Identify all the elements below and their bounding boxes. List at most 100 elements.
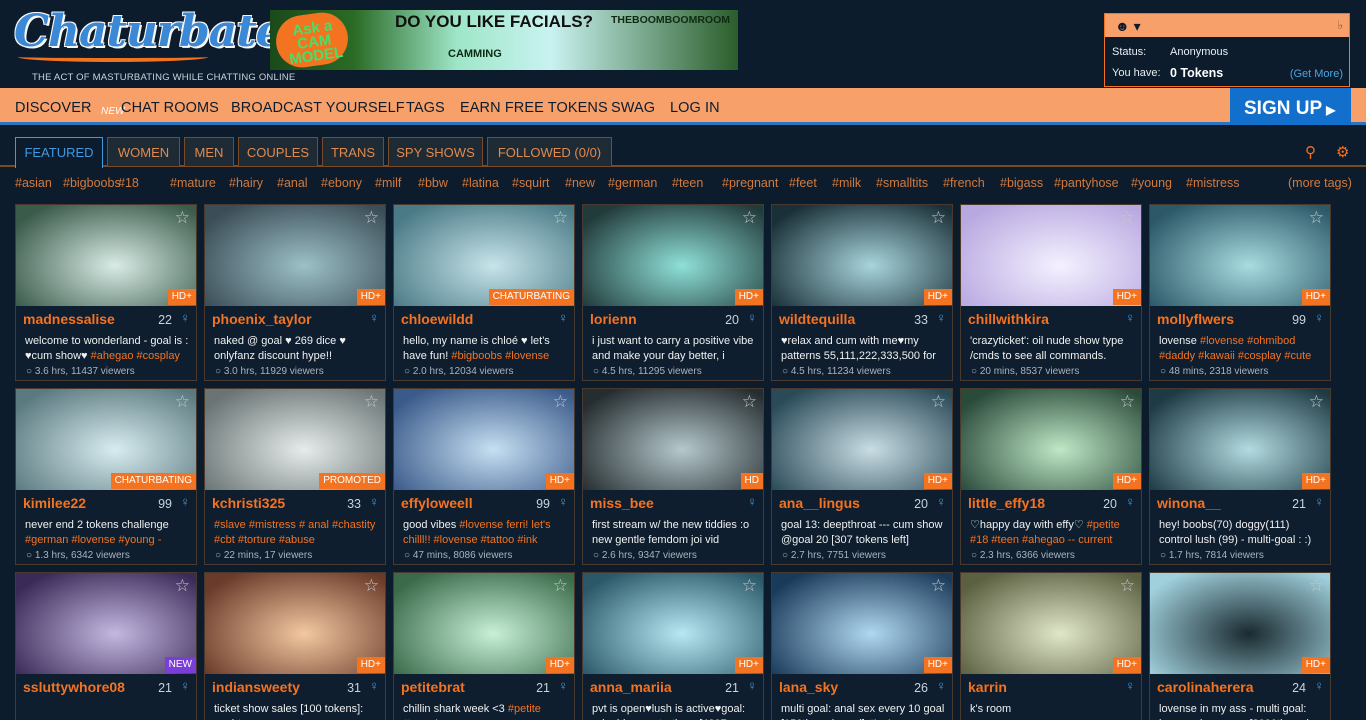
star-icon[interactable]: ☆ [553,576,568,596]
site-logo[interactable]: Chaturbate [14,4,284,70]
nav-tags[interactable]: TAGS [406,100,445,116]
star-icon[interactable]: ☆ [1309,576,1324,596]
tag-link[interactable]: #latina [462,176,499,190]
room-card[interactable]: ☆ HD+ little_effy18 20 ♀ ♡happy day with effy… [960,388,1142,565]
tag-link[interactable]: #asian [15,176,52,190]
room-card[interactable]: ☆ HD+ lorienn 20 ♀ i just want to carry a pos… [582,204,764,381]
tag-link[interactable]: #german [608,176,657,190]
room-username[interactable]: karrin [968,679,1007,695]
star-icon[interactable]: ☆ [1309,392,1324,412]
room-subject-hashtags[interactable]: #ahegao #cosplay [91,350,180,362]
room-username[interactable]: lorienn [590,311,637,327]
room-username[interactable]: lana_sky [779,679,838,695]
tag-link[interactable]: #hairy [229,176,263,190]
star-icon[interactable]: ☆ [742,576,757,596]
search-icon[interactable]: ⚲ [1305,143,1316,161]
bell-icon[interactable]: ♭ [1337,18,1343,32]
room-subject-hashtags[interactable]: #slave #mistress # anal #chastity #cbt #… [214,519,375,546]
room-username[interactable]: miss_bee [590,495,654,511]
tag-link[interactable]: #french [943,176,985,190]
room-username[interactable]: phoenix_taylor [212,311,312,327]
star-icon[interactable]: ☆ [931,576,946,596]
room-card[interactable]: ☆ HD+ indiansweety 31 ♀ ticket show sales [10… [204,572,386,720]
room-username[interactable]: kimilee22 [23,495,86,511]
tag-link[interactable]: #milf [375,176,401,190]
tag-link[interactable]: #pregnant [722,176,778,190]
room-card[interactable]: ☆ PROMOTED kchristi325 33 ♀ #slave #mistress … [204,388,386,565]
tab-spy-shows[interactable]: SPY SHOWS [388,137,483,166]
room-username[interactable]: chloewildd [401,311,473,327]
room-username[interactable]: wildtequilla [779,311,855,327]
ad-banner[interactable]: Ask a CAM MODEL DO YOU LIKE FACIALS? CAM… [270,10,738,70]
room-card[interactable]: ☆ HD+ anna_mariia 21 ♀ pvt is open♥lush is ac… [582,572,764,720]
tag-link[interactable]: #squirt [512,176,550,190]
star-icon[interactable]: ☆ [931,208,946,228]
room-card[interactable]: ☆ HD+ karrin ♀ k's room [960,572,1142,720]
star-icon[interactable]: ☆ [364,208,379,228]
star-icon[interactable]: ☆ [175,576,190,596]
tag-link[interactable]: #anal [277,176,308,190]
star-icon[interactable]: ☆ [1120,392,1135,412]
room-username[interactable]: effyloweell [401,495,473,511]
tag-link[interactable]: #bbw [418,176,448,190]
room-card[interactable]: ☆ HD+ petitebrat 21 ♀ chillin shark week <3 #… [393,572,575,720]
room-username[interactable]: mollyflwers [1157,311,1234,327]
room-username[interactable]: carolinaherera [1157,679,1254,695]
nav-swag[interactable]: SWAG [611,100,655,116]
user-dropdown-icon[interactable]: ☻ ▾ [1115,18,1141,35]
room-username[interactable]: madnessalise [23,311,115,327]
room-card[interactable]: ☆ HD miss_bee ♀ first stream w/ the new tidd… [582,388,764,565]
room-card[interactable]: ☆ HD+ chillwithkira ♀'crazyticket': oil nud… [960,204,1142,381]
tag-link[interactable]: #ebony [321,176,362,190]
sign-up-button[interactable]: SIGN UP ▶ [1230,88,1351,125]
star-icon[interactable]: ☆ [364,392,379,412]
star-icon[interactable]: ☆ [553,392,568,412]
room-card[interactable]: ☆ HD+ wildtequilla 33 ♀ ♥relax and cum with m… [771,204,953,381]
gear-icon[interactable]: ⚙ [1336,143,1349,161]
room-username[interactable]: winona__ [1157,495,1221,511]
tab-women[interactable]: WOMEN [107,137,180,166]
star-icon[interactable]: ☆ [931,392,946,412]
tab-trans[interactable]: TRANS [322,137,384,166]
room-card[interactable]: ☆ HD+ carolinaherera 24 ♀ lovense in my ass -… [1149,572,1331,720]
tag-link[interactable]: #smalltits [876,176,928,190]
room-username[interactable]: ssluttywhore08 [23,679,125,695]
room-card[interactable]: ☆ NEW ssluttywhore08 21 ♀ [15,572,197,720]
nav-chat-rooms[interactable]: CHAT ROOMS [121,100,219,116]
nav-discover[interactable]: DISCOVER new [15,100,125,117]
star-icon[interactable]: ☆ [1120,576,1135,596]
user-menu-bar[interactable]: ☻ ▾ ♭ [1105,14,1349,37]
room-card[interactable]: ☆ CHATURBATING kimilee22 99 ♀ never end 2 tok… [15,388,197,565]
tag-link[interactable]: #mistress [1186,176,1239,190]
tag-link[interactable]: #new [565,176,595,190]
nav-broadcast-yourself[interactable]: BROADCAST YOURSELF [231,100,405,116]
room-card[interactable]: ☆ HD+ lana_sky 26 ♀ multi goal: anal sex ever… [771,572,953,720]
tab-men[interactable]: MEN [184,137,234,166]
room-username[interactable]: indiansweety [212,679,300,695]
room-card[interactable]: ☆ HD+ phoenix_taylor ♀ naked @ goal ♥ 269 di… [204,204,386,381]
tag-link[interactable]: #young [1131,176,1172,190]
tag-link[interactable]: #feet [789,176,817,190]
star-icon[interactable]: ☆ [175,208,190,228]
star-icon[interactable]: ☆ [364,576,379,596]
room-card[interactable]: ☆ HD+ mollyflwers 99 ♀ lovense #lovense #ohmi… [1149,204,1331,381]
star-icon[interactable]: ☆ [553,208,568,228]
room-card[interactable]: ☆ HD+ effyloweell 99 ♀ good vibes #lovense fe… [393,388,575,565]
room-card[interactable]: ☆ HD+ madnessalise 22 ♀ welcome to wonderland… [15,204,197,381]
tag-link[interactable]: #bigass [1000,176,1043,190]
tag-link[interactable]: #teen [672,176,703,190]
room-username[interactable]: anna_mariia [590,679,672,695]
star-icon[interactable]: ☆ [1309,208,1324,228]
star-icon[interactable]: ☆ [1120,208,1135,228]
tag-link[interactable]: #milk [832,176,861,190]
nav-earn-free-tokens[interactable]: EARN FREE TOKENS [460,100,608,116]
tag-link[interactable]: #18 [118,176,139,190]
tag-link[interactable]: #bigboobs [63,176,121,190]
star-icon[interactable]: ☆ [742,208,757,228]
room-username[interactable]: ana__lingus [779,495,860,511]
room-username[interactable]: petitebrat [401,679,465,695]
room-subject-hashtags[interactable]: #german #lovense #young - [25,534,161,546]
tab-couples[interactable]: COUPLES [238,137,318,166]
room-card[interactable]: ☆ HD+ ana__lingus 20 ♀ goal 13: deepthroat --… [771,388,953,565]
tag-link[interactable]: #pantyhose [1054,176,1119,190]
